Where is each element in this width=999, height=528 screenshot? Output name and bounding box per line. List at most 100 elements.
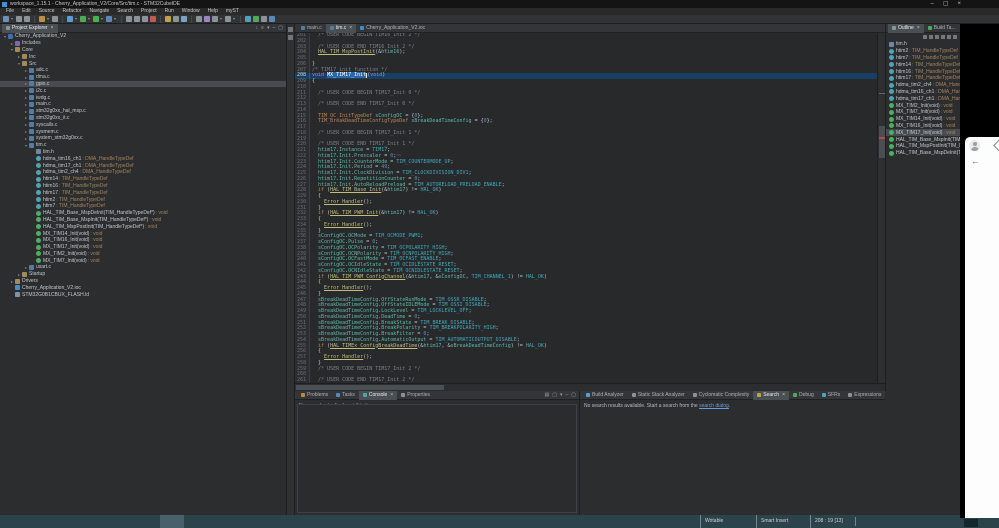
tab-project-explorer[interactable]: Project Explorer × — [2, 24, 58, 33]
tree-item[interactable]: MX_TIM16_Init(void) : void — [0, 237, 286, 244]
panel-header-icon[interactable]: ↕ — [256, 24, 259, 33]
tree-item[interactable]: ▸ Includes — [0, 40, 286, 47]
tree-item[interactable]: ▸ main.c — [0, 101, 286, 108]
tree-item[interactable]: HAL_TIM_Base_MspInit(TIM_HandleTypeDef*)… — [0, 217, 286, 224]
tree-item[interactable]: MX_TIM17_Init(void) : void — [0, 244, 286, 251]
close-icon[interactable]: × — [957, 0, 961, 8]
search-icon[interactable] — [165, 16, 171, 22]
outline-tab[interactable]: Build Ta... × — [924, 24, 960, 33]
menu-item[interactable]: Refactor — [59, 8, 86, 15]
menu-item[interactable]: Navigate — [85, 8, 113, 15]
toolbar-icon[interactable] — [34, 16, 35, 23]
toolbar-icon[interactable] — [240, 16, 241, 23]
tree-item[interactable]: ▸ gpio.c — [0, 81, 286, 88]
pin-editor-icon[interactable] — [196, 16, 202, 22]
tree-item[interactable]: HAL_TIM_MspPostInit(TIM_HandleTypeDef*) … — [0, 223, 286, 230]
outline-toolbar[interactable] — [886, 33, 960, 41]
tree-item[interactable]: ▸ system_stm32g0xx.c — [0, 135, 286, 142]
outline-item[interactable]: MX_TIM2_Init(void) : void — [886, 102, 960, 109]
tree-item[interactable]: htim17 : TIM_HandleTypeDef — [0, 189, 286, 196]
minimized-views-strip[interactable] — [287, 24, 295, 515]
outline-item[interactable]: HAL_TIM_MspPostInit(TIM_HandleTypeDef*) … — [886, 143, 960, 150]
close-icon[interactable]: × — [390, 392, 393, 398]
tree-item[interactable]: MX_TIM14_Init(void) : void — [0, 230, 286, 237]
menu-item[interactable]: File — [2, 8, 18, 15]
close-icon[interactable]: × — [51, 25, 54, 31]
console-panel-tab[interactable]: Console × — [359, 391, 397, 400]
menu-item[interactable]: Window — [178, 8, 204, 15]
outline-item[interactable]: MX_TIM14_Init(void) : void — [886, 116, 960, 123]
tree-item[interactable]: ▾ Src — [0, 60, 286, 67]
toolbar-icon[interactable] — [62, 16, 63, 23]
tree-item[interactable]: htim2 : TIM_HandleTypeDef — [0, 196, 286, 203]
editor-tab[interactable]: tim.c × — [326, 24, 356, 33]
tree-item[interactable]: ▸ sysmem.c — [0, 128, 286, 135]
tree-item[interactable]: STM32G0B1CBUX_FLASH.ld — [0, 291, 286, 298]
step-return-icon[interactable] — [142, 16, 148, 22]
search-panel-tab[interactable]: Search × — [753, 391, 789, 400]
menu-item[interactable]: Run — [161, 8, 178, 15]
toolbar-icon[interactable] — [160, 16, 161, 23]
tree-item[interactable]: ▸ dma.c — [0, 74, 286, 81]
back-arrow-icon[interactable]: ← — [971, 156, 980, 166]
panel-header-icon[interactable]: ≡ — [261, 24, 264, 33]
outline-item[interactable]: htim7 : TIM_HandleTypeDef — [886, 55, 960, 62]
build-all-icon[interactable] — [52, 16, 58, 22]
tree-item[interactable]: ▸ syscalls.c — [0, 121, 286, 128]
outline-item[interactable]: htim14 : TIM_HandleTypeDef — [886, 61, 960, 68]
panel-header-icon[interactable]: ▢ — [552, 391, 557, 400]
console-panel-tab[interactable]: Properties × — [397, 391, 434, 400]
tree-item[interactable]: ▾ Cherry_Application_V2 — [0, 33, 286, 40]
tree-item[interactable]: ▸ Startup — [0, 271, 286, 278]
tree-item[interactable]: hdma_tim16_ch1 : DMA_HandleTypeDef — [0, 155, 286, 162]
help-icon[interactable] — [269, 16, 275, 22]
tree-item[interactable]: ▾ Core — [0, 47, 286, 54]
tree-item[interactable]: MX_TIM7_Init(void) : void — [0, 257, 286, 264]
outline-item[interactable]: htim17 : TIM_HandleTypeDef — [886, 75, 960, 82]
menu-item[interactable]: myST — [222, 8, 243, 15]
maximize-icon[interactable]: ▢ — [943, 0, 949, 8]
tree-item[interactable]: Cherry_Application_V2.ioc — [0, 284, 286, 291]
tree-item[interactable]: ▸ iwdg.c — [0, 94, 286, 101]
outline-item[interactable]: hdma_tim16_ch1 : DMA_HandleTypeDef — [886, 89, 960, 96]
panel-header-icon[interactable]: ▤ — [545, 391, 550, 400]
outline-item[interactable]: htim16 : TIM_HandleTypeDef — [886, 68, 960, 75]
menu-item[interactable]: Edit — [18, 8, 35, 15]
outline-tab[interactable]: Outline × — [888, 24, 924, 33]
editor-scrollbar[interactable] — [877, 33, 885, 383]
outline-item[interactable]: MX_TIM17_Init(void) : void — [886, 129, 960, 136]
outline-item[interactable]: MX_TIM16_Init(void) : void — [886, 123, 960, 130]
search-dialog-link[interactable]: search dialog — [699, 403, 729, 409]
console-panel-tab[interactable]: Tasks × — [332, 391, 359, 400]
toolbar-icon[interactable] — [121, 16, 122, 23]
outline-item[interactable]: HAL_TIM_Base_MspDeInit(TIM_HandleTypeDef… — [886, 150, 960, 157]
search-panel-tab[interactable]: Static Stack Analyzer × — [628, 391, 689, 400]
debug-icon[interactable] — [80, 16, 86, 22]
tree-item[interactable]: ▸ i2c.c — [0, 87, 286, 94]
search-panel-tab[interactable]: Debug × — [789, 391, 818, 400]
console-panel-tab[interactable]: Problems × — [297, 391, 332, 400]
tree-item[interactable]: ▸ usart.c — [0, 264, 286, 271]
menu-item[interactable]: Help — [204, 8, 222, 15]
forward-icon[interactable] — [225, 16, 231, 22]
tree-item[interactable]: ▸ Inc — [0, 53, 286, 60]
tree-item[interactable]: ▸ stm32g0xx_hal_msp.c — [0, 108, 286, 115]
update-icon[interactable] — [253, 16, 259, 22]
menu-item[interactable]: Search — [113, 8, 137, 15]
search-panel-tab[interactable]: Build Analyzer × — [582, 391, 628, 400]
mark-occurrences-icon[interactable] — [173, 16, 179, 22]
panel-header-icon[interactable]: ▾ — [267, 24, 270, 33]
outline-item[interactable]: hdma_tim2_ch4 : DMA_HandleTypeDef — [886, 82, 960, 89]
new-c-file-icon[interactable] — [67, 16, 73, 22]
tree-item[interactable]: hdma_tim2_ch4 : DMA_HandleTypeDef — [0, 169, 286, 176]
close-icon[interactable]: × — [349, 25, 352, 31]
panel-header-icon[interactable]: ▢ — [278, 24, 283, 33]
tree-item[interactable]: htim16 : TIM_HandleTypeDef — [0, 183, 286, 190]
step-into-icon[interactable] — [126, 16, 132, 22]
search-panel-tab[interactable]: SFRs × — [818, 391, 845, 400]
hscrollbar-thumb[interactable] — [296, 385, 444, 390]
panel-header-icon[interactable]: – — [565, 391, 568, 400]
step-over-icon[interactable] — [134, 16, 140, 22]
tree-item[interactable]: ▸ Drivers — [0, 278, 286, 285]
tree-item[interactable]: MX_TIM2_Init(void) : void — [0, 251, 286, 258]
